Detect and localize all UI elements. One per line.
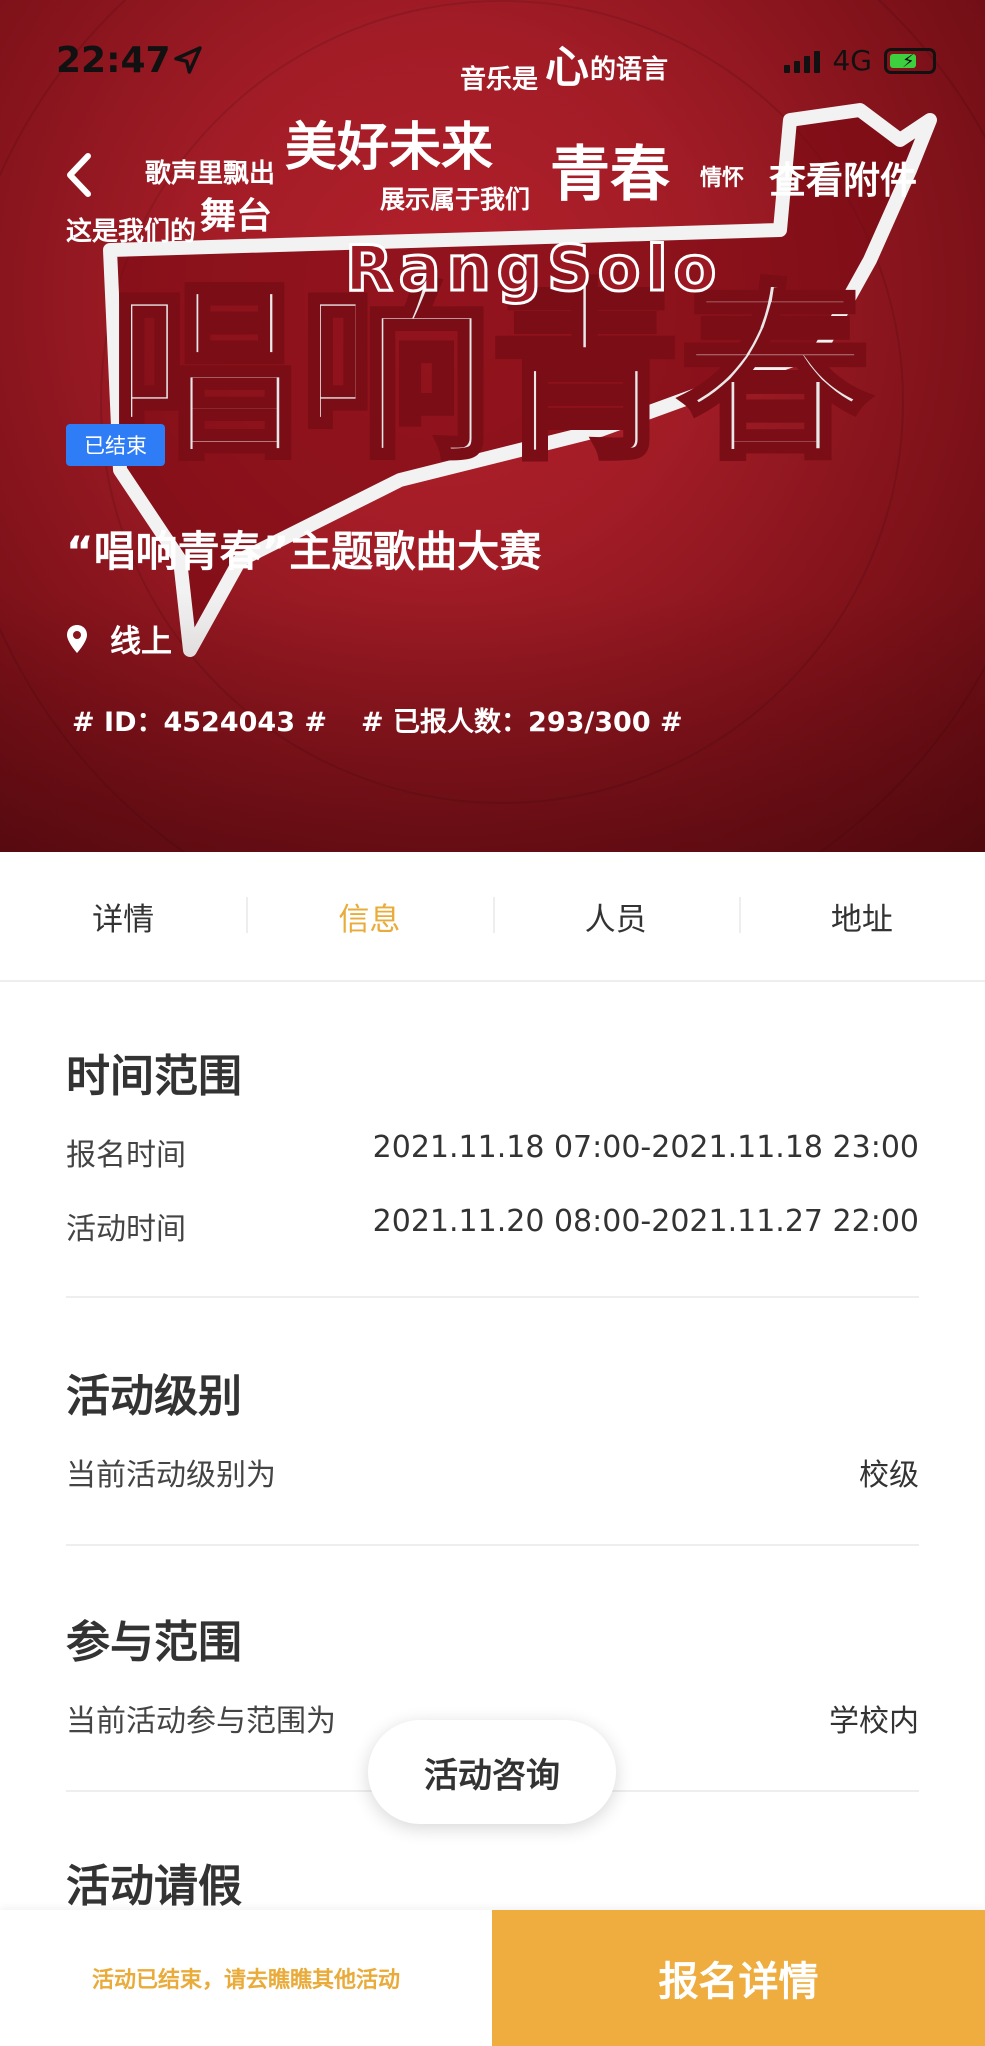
level-row: 当前活动级别为 校级 [66, 1450, 919, 1494]
slogan: 这是我们的 [66, 216, 196, 247]
location-pin-icon [67, 624, 87, 653]
back-icon[interactable] [60, 150, 100, 200]
ended-message: 活动已结束，请去瞧瞧其他活动 [91, 1968, 400, 1993]
slogan: 歌声里飘出 [145, 159, 275, 189]
event-id: # ID：4524043 # [72, 707, 328, 738]
time-range-section: 时间范围 报名时间 2021.11.18 07:00-2021.11.18 23… [66, 1040, 919, 1248]
network-type: 4G [832, 44, 872, 77]
slogan: 美好未来 [285, 117, 493, 178]
event-location: 线上 [66, 616, 172, 661]
signal-icon [784, 49, 821, 73]
status-bar: 22:47 4G ⚡ [56, 40, 936, 90]
status-badge: 已结束 [66, 424, 165, 466]
view-attachment-button[interactable]: 查看附件 [769, 150, 917, 204]
signup-details-button[interactable]: 报名详情 [492, 1910, 985, 2046]
row-value: 2021.11.20 08:00-2021.11.27 22:00 [372, 1204, 919, 1239]
level-section: 活动级别 当前活动级别为 校级 [66, 1360, 919, 1494]
poster-logo-sub: RangSolo [345, 232, 722, 305]
battery-icon: ⚡ [884, 47, 936, 74]
consult-button[interactable]: 活动咨询 [368, 1720, 616, 1824]
section-title: 参与范围 [66, 1617, 242, 1668]
section-title: 时间范围 [66, 1051, 242, 1102]
leave-section: 活动请假 [66, 1850, 919, 1914]
slogan: 情怀 [700, 165, 744, 191]
divider [66, 1544, 919, 1546]
section-title: 活动级别 [66, 1371, 242, 1422]
row-value: 2021.11.18 07:00-2021.11.18 23:00 [372, 1130, 919, 1165]
slogan: 舞台 [200, 195, 272, 237]
bottom-bar: 活动已结束，请去瞧瞧其他活动 报名详情 [0, 1910, 985, 2046]
event-meta: # ID：4524043 # # 已报人数：293/300 # [72, 700, 683, 739]
location-arrow-icon [174, 46, 202, 74]
row-value: 学校内 [829, 1704, 919, 1739]
row-label: 当前活动参与范围为 [66, 1704, 336, 1739]
row-value: 校级 [859, 1458, 919, 1493]
tab-bar: 详情 信息 人员 地址 [0, 852, 985, 982]
section-title: 活动请假 [66, 1861, 242, 1912]
tab-details[interactable]: 详情 [0, 852, 246, 980]
tab-address[interactable]: 地址 [738, 852, 985, 980]
row-label: 当前活动级别为 [66, 1458, 276, 1493]
slogan: 展示属于我们 [380, 185, 530, 214]
location-text: 线上 [110, 624, 172, 660]
divider [66, 1296, 919, 1298]
row-label: 活动时间 [66, 1212, 186, 1247]
row-label: 报名时间 [66, 1138, 186, 1173]
activity-time-row: 活动时间 2021.11.20 08:00-2021.11.27 22:00 [66, 1204, 919, 1248]
signup-time-row: 报名时间 2021.11.18 07:00-2021.11.18 23:00 [66, 1130, 919, 1174]
tab-people[interactable]: 人员 [492, 852, 739, 980]
slogan: 青春 [550, 140, 670, 210]
registered-count: # 已报人数：293/300 # [361, 707, 683, 738]
tab-info[interactable]: 信息 [246, 852, 492, 980]
status-right: 4G ⚡ [784, 44, 936, 77]
status-time: 22:47 [56, 40, 171, 81]
event-title: “唱响青春”主题歌曲大赛 [66, 527, 542, 576]
